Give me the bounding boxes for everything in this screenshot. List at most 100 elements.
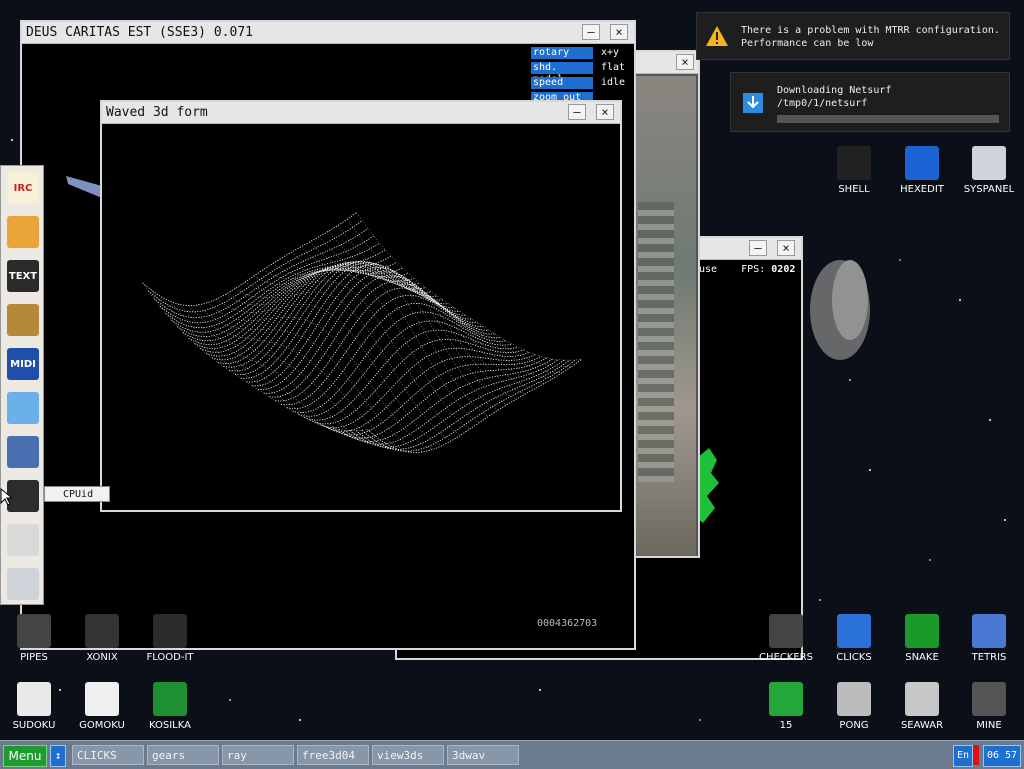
green-gear-shape [697, 448, 719, 523]
taskbar-task-0[interactable]: CLICKS [72, 745, 144, 765]
wave-line [319, 236, 545, 384]
taskbar-task-5[interactable]: 3dwav [447, 745, 519, 765]
wave-line [292, 311, 507, 413]
fifteen-icon [769, 682, 803, 716]
notification-download[interactable]: Downloading Netsurf /tmp0/1/netsurf [730, 72, 1010, 132]
waved-minimize-button[interactable]: – [568, 104, 586, 120]
image-viewer-icon[interactable] [7, 392, 39, 424]
desktop-icon-checkers[interactable]: CHECKERS [752, 614, 820, 663]
wave-line [281, 257, 508, 405]
wave-line [194, 268, 409, 350]
desktop-icon-gomoku[interactable]: GOMOKU [68, 682, 136, 731]
desktop-icon-label: SEAWAR [900, 720, 944, 731]
desktop-icon-mine[interactable]: MINE [955, 682, 1023, 731]
desktop-icon-syspanel[interactable]: SYSPANEL [955, 146, 1023, 195]
desktop-icon-label: MINE [976, 720, 1002, 731]
desktop-icon-shell[interactable]: SHELL [820, 146, 888, 195]
checkers-icon [769, 614, 803, 648]
notification-mtrr[interactable]: There is a problem with MTRR configurati… [696, 12, 1010, 60]
wave-line [355, 359, 571, 450]
desktop-icon-label: FLOOD-IT [146, 652, 194, 663]
taskbar-task-4[interactable]: view3ds [372, 745, 444, 765]
wave-line [165, 242, 380, 329]
desktop-icon-pipes[interactable]: PIPES [0, 614, 68, 663]
desktop-icon-label: XONIX [86, 652, 118, 663]
hardware-icon[interactable] [7, 436, 39, 468]
wave-line [367, 359, 582, 453]
pong-icon [837, 682, 871, 716]
settings-sliders-icon[interactable] [7, 568, 39, 600]
notification-mtrr-line1: There is a problem with MTRR configurati… [741, 25, 1000, 36]
desktop-icon-label: PONG [839, 720, 869, 731]
taskbar: Menu ↕ CLICKS gears ray free3d04 view3ds 3dwa… [0, 740, 1024, 769]
side-panel: IRC TEXT MIDI [0, 165, 44, 605]
deus-control-1-value: flat [601, 62, 626, 73]
cpuid-tooltip: CPUid [44, 486, 110, 502]
midi-player-icon[interactable]: MIDI [7, 348, 39, 380]
pipes-icon [17, 614, 51, 648]
gears-minimize-button[interactable]: – [749, 240, 767, 256]
desktop-icon-clicks[interactable]: CLICKS [820, 614, 888, 663]
snake-icon [905, 614, 939, 648]
download-path: /tmp0/1/netsurf [777, 98, 868, 109]
mouse-cursor-icon [0, 488, 12, 506]
wave-line [244, 271, 471, 430]
shell-icon [837, 146, 871, 180]
desktop-icon-flood-it[interactable]: FLOOD-IT [136, 614, 204, 663]
waved-title-bar[interactable]: Waved 3d form [102, 102, 620, 124]
cpu-load-indicator [973, 745, 979, 765]
waved-3d-window[interactable]: Waved 3d form – × [100, 100, 622, 512]
taskbar-task-3[interactable]: free3d04 [297, 745, 369, 765]
wave-line [309, 338, 524, 425]
desktop-icon-kosilka[interactable]: KOSILKA [136, 682, 204, 731]
wave-line [235, 280, 461, 436]
language-indicator[interactable]: En [953, 745, 973, 767]
wave-line [182, 261, 398, 342]
desktop-icon-snake[interactable]: SNAKE [888, 614, 956, 663]
desktop-icon-hexedit[interactable]: HEXEDIT [888, 146, 956, 195]
deus-title-bar[interactable]: DEUS CARITAS EST (SSE3) 0.071 [22, 22, 634, 44]
wave-line [346, 219, 573, 367]
deus-control-1-button[interactable]: shd. model [531, 62, 593, 85]
wave-line [148, 220, 363, 313]
taskbar-task-2[interactable]: ray [222, 745, 294, 765]
waved-close-button[interactable]: × [596, 104, 614, 120]
text-editor-icon[interactable]: TEXT [7, 260, 39, 292]
deus-close-button[interactable]: × [610, 24, 628, 40]
sudoku-icon [17, 682, 51, 716]
desktop-icon-label: PIPES [20, 652, 48, 663]
wave-line [275, 287, 490, 402]
deus-counter: 0004362703 [537, 618, 598, 629]
deus-control-2-value: idle [601, 77, 626, 88]
taskbar-task-1[interactable]: gears [147, 745, 219, 765]
swap-arrows-icon[interactable]: ↕ [50, 745, 66, 767]
gears-partial-label: use [699, 264, 718, 275]
wave-line [179, 304, 405, 452]
fps-value: 0202 [771, 264, 796, 275]
desktop-icon-tetris[interactable]: TETRIS [955, 614, 1023, 663]
deus-control-0-button[interactable]: rotary [531, 47, 593, 59]
gears-close-button[interactable]: × [777, 240, 795, 256]
irc-icon[interactable]: IRC [7, 172, 39, 204]
ray-window[interactable]: × [630, 50, 700, 558]
package-icon[interactable] [7, 216, 39, 248]
desktop-icon-seawar[interactable]: SEAWAR [888, 682, 956, 731]
desktop-icon-15[interactable]: 15 [752, 682, 820, 731]
wave-line [207, 302, 433, 450]
syspanel-icon [972, 146, 1006, 180]
volume-icon[interactable] [7, 524, 39, 556]
deus-control-2-button[interactable]: speed [531, 77, 593, 89]
ray-close-button[interactable]: × [676, 54, 694, 70]
speaker-icon[interactable] [7, 304, 39, 336]
clock[interactable]: 06 57 [983, 745, 1021, 767]
desktop-icon-sudoku[interactable]: SUDOKU [0, 682, 68, 731]
desktop-icon-xonix[interactable]: XONIX [68, 614, 136, 663]
waved-surface-render [142, 212, 582, 453]
deus-minimize-button[interactable]: – [582, 24, 600, 40]
wave-line [257, 270, 472, 391]
desktop-icon-pong[interactable]: PONG [820, 682, 888, 731]
menu-button[interactable]: Menu [3, 745, 47, 767]
download-icon [743, 93, 763, 113]
notification-mtrr-line2: Performance can be low [741, 38, 874, 49]
wave-line [253, 265, 480, 423]
